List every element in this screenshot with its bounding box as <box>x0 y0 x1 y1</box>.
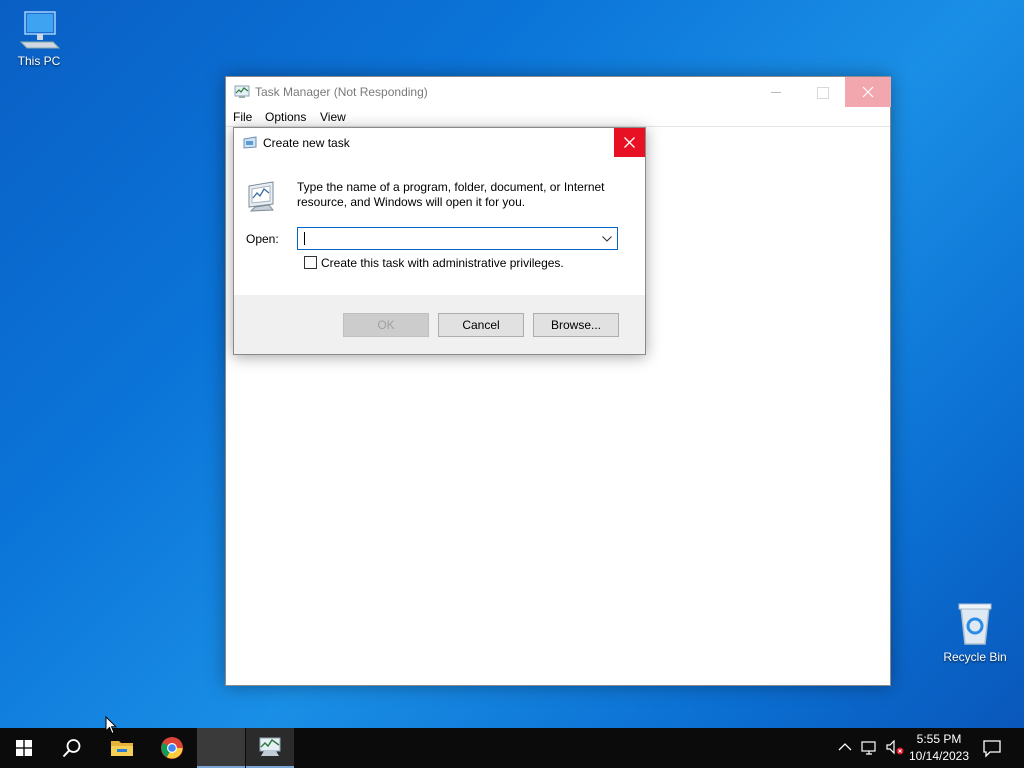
file-explorer-icon <box>111 741 133 756</box>
notifications-icon[interactable] <box>982 738 1002 758</box>
open-combobox[interactable] <box>297 227 618 250</box>
computer-icon <box>19 11 61 49</box>
clock-date: 10/14/2023 <box>908 749 970 763</box>
start-button[interactable] <box>0 728 48 768</box>
taskbar: 5:55 PM 10/14/2023 <box>0 728 1024 768</box>
desktop-icon-recycle-bin[interactable]: Recycle Bin <box>937 600 1013 664</box>
search-button[interactable] <box>48 728 96 768</box>
text-caret <box>304 232 305 245</box>
recycle-bin-icon <box>958 603 992 645</box>
dialog-description: Type the name of a program, folder, docu… <box>297 180 605 209</box>
close-button[interactable] <box>845 77 891 107</box>
chrome-button[interactable] <box>148 728 196 768</box>
search-icon <box>62 739 81 758</box>
menu-file[interactable]: File <box>233 110 252 124</box>
show-hidden-icons-icon[interactable] <box>838 741 852 753</box>
desktop-icon-label: This PC <box>17 54 61 68</box>
windows-start-icon <box>16 740 32 756</box>
task-manager-icon <box>234 85 250 98</box>
cancel-button[interactable]: Cancel <box>438 313 524 337</box>
dialog-title: Create new task <box>263 136 350 150</box>
menu-bar: File Options View <box>226 107 890 127</box>
title-bar[interactable]: Task Manager (Not Responding) <box>226 77 891 107</box>
dialog-title-bar[interactable]: Create new task <box>234 128 645 158</box>
ok-button[interactable]: OK <box>343 313 429 337</box>
chevron-down-icon <box>602 236 612 242</box>
run-program-icon <box>248 181 275 212</box>
close-icon <box>624 137 635 148</box>
create-new-task-dialog: Create new task Type the name of a progr… <box>233 127 646 355</box>
menu-view[interactable]: View <box>320 110 346 124</box>
run-icon <box>243 136 257 149</box>
clock-time: 5:55 PM <box>916 732 962 746</box>
dialog-close-button[interactable] <box>614 128 645 157</box>
menu-options[interactable]: Options <box>265 110 306 124</box>
task-manager-icon <box>259 737 281 756</box>
volume-muted-icon[interactable] <box>885 740 905 756</box>
mouse-cursor-icon <box>105 716 117 735</box>
chrome-icon <box>161 737 183 759</box>
window-title: Task Manager (Not Responding) <box>255 85 428 99</box>
open-dropdown-button[interactable] <box>597 228 617 249</box>
task-manager-taskbar-button[interactable] <box>246 728 294 768</box>
close-icon <box>862 86 874 98</box>
open-input[interactable] <box>298 228 594 249</box>
minimize-button[interactable] <box>753 77 799 107</box>
dialog-button-bar: OK Cancel Browse... <box>234 295 645 354</box>
open-label: Open: <box>246 232 279 246</box>
desktop-icon-this-pc[interactable]: This PC <box>1 8 77 68</box>
admin-checkbox[interactable] <box>304 256 317 269</box>
browse-button[interactable]: Browse... <box>533 313 619 337</box>
system-clock[interactable]: 5:55 PM 10/14/2023 <box>906 731 972 765</box>
running-app-button[interactable] <box>197 728 245 768</box>
network-icon[interactable] <box>861 740 879 756</box>
admin-checkbox-label[interactable]: Create this task with administrative pri… <box>321 256 564 270</box>
desktop-icon-label: Recycle Bin <box>943 650 1007 664</box>
maximize-button[interactable] <box>799 77 845 107</box>
